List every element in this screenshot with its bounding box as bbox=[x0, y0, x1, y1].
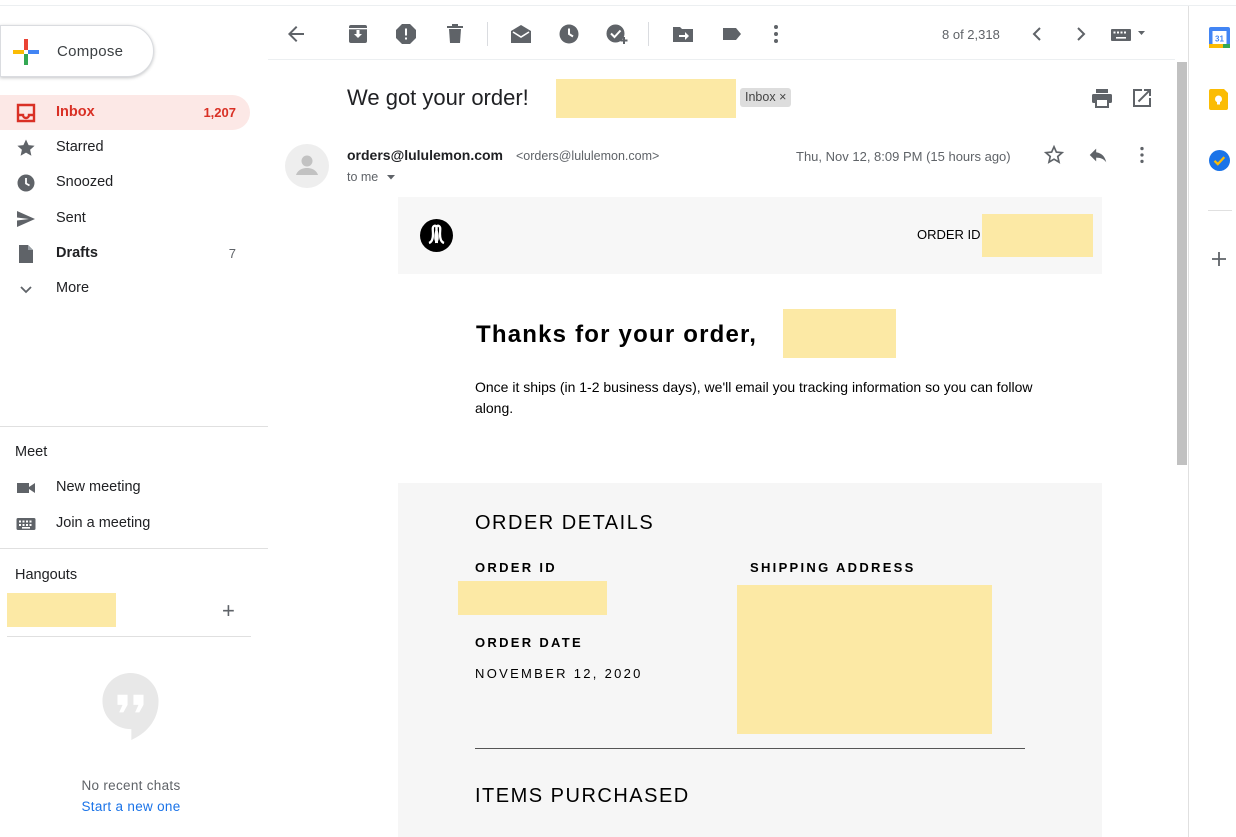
star-outline-icon[interactable] bbox=[1043, 144, 1065, 166]
recipient-label: to me bbox=[347, 170, 379, 184]
keyboard-icon bbox=[16, 518, 36, 530]
order-date-value: NOVEMBER 12, 2020 bbox=[475, 666, 643, 681]
scrollbar-thumb[interactable] bbox=[1177, 62, 1187, 465]
sidebar-item-inbox[interactable]: Inbox 1,207 bbox=[0, 95, 250, 130]
remove-label-icon[interactable]: × bbox=[779, 90, 786, 104]
label-icon[interactable] bbox=[720, 22, 744, 46]
sidebar-item-label: Sent bbox=[56, 210, 86, 226]
google-keep-icon[interactable] bbox=[1209, 89, 1230, 110]
chevron-down-icon bbox=[20, 286, 32, 294]
no-recent-chats: No recent chats bbox=[81, 778, 181, 793]
recipient-details-toggle[interactable]: to me bbox=[347, 170, 396, 184]
sidebar-item-label: Inbox bbox=[56, 104, 95, 120]
hangouts-heading: Hangouts bbox=[15, 567, 78, 583]
redacted-user-name bbox=[7, 593, 116, 627]
sidebar-item-label: Drafts bbox=[56, 245, 98, 261]
sidebar-item-starred[interactable]: Starred bbox=[0, 130, 250, 165]
redacted-order-id bbox=[982, 214, 1093, 257]
sidebar-item-sent[interactable]: Sent bbox=[0, 201, 250, 236]
new-meeting-label: New meeting bbox=[56, 479, 141, 495]
sender-email: <orders@lululemon.com> bbox=[516, 149, 660, 163]
compose-plus-icon bbox=[13, 39, 39, 65]
google-tasks-icon[interactable] bbox=[1209, 150, 1230, 171]
sidebar-item-label: Snoozed bbox=[56, 174, 114, 190]
divider bbox=[0, 426, 268, 427]
sidebar-item-label: More bbox=[56, 280, 90, 296]
email-subject: We got your order! bbox=[347, 85, 529, 110]
chevron-left-icon[interactable] bbox=[1025, 22, 1049, 46]
sender-name[interactable]: orders@lululemon.com bbox=[347, 147, 503, 163]
start-new-chat-link[interactable]: Start a new one bbox=[0, 799, 262, 814]
inbox-icon bbox=[16, 103, 36, 123]
join-meeting-label: Join a meeting bbox=[56, 515, 151, 531]
toolbar-divider bbox=[648, 22, 649, 46]
order-details-title: ORDER DETAILS bbox=[475, 512, 655, 534]
open-in-new-window-icon[interactable] bbox=[1130, 86, 1154, 110]
back-arrow-icon[interactable] bbox=[284, 22, 308, 46]
delete-icon[interactable] bbox=[443, 22, 467, 46]
redacted-shipping-address bbox=[737, 585, 992, 734]
lululemon-logo-icon bbox=[420, 219, 453, 252]
chevron-right-icon[interactable] bbox=[1069, 22, 1093, 46]
svg-text:31: 31 bbox=[1215, 35, 1224, 44]
shipping-message: Once it ships (in 1-2 business days), we… bbox=[475, 379, 1033, 416]
redacted-customer-name bbox=[783, 309, 896, 358]
meet-heading: Meet bbox=[15, 444, 48, 460]
sender-avatar[interactable] bbox=[285, 144, 329, 188]
input-tools-keyboard-icon[interactable] bbox=[1110, 26, 1150, 44]
inbox-label-text: Inbox bbox=[745, 90, 776, 104]
move-to-icon[interactable] bbox=[671, 22, 695, 46]
more-vert-icon[interactable] bbox=[764, 22, 788, 46]
top-border bbox=[0, 0, 1236, 6]
header-order-id-label: ORDER ID bbox=[917, 227, 981, 242]
join-meeting-item[interactable]: Join a meeting bbox=[0, 509, 260, 539]
inbox-label-chip[interactable]: Inbox × bbox=[740, 88, 792, 107]
redacted-subject-part bbox=[556, 79, 736, 118]
get-addons-plus-icon[interactable] bbox=[1210, 250, 1228, 268]
sidebar-item-label: Starred bbox=[56, 139, 104, 155]
video-camera-icon bbox=[17, 483, 35, 493]
add-hangout-icon[interactable]: + bbox=[222, 600, 235, 622]
inbox-count: 1,207 bbox=[203, 105, 236, 120]
items-purchased-title: ITEMS PURCHASED bbox=[475, 785, 690, 807]
order-date-label: ORDER DATE bbox=[475, 635, 583, 650]
drafts-count: 7 bbox=[228, 246, 236, 261]
clock-icon bbox=[17, 174, 35, 192]
shipping-address-label: SHIPPING ADDRESS bbox=[750, 560, 916, 575]
snooze-icon[interactable] bbox=[557, 22, 581, 46]
new-meeting-item[interactable]: New meeting bbox=[0, 473, 260, 503]
divider bbox=[0, 548, 268, 549]
toolbar-divider bbox=[487, 22, 488, 46]
report-spam-icon[interactable] bbox=[394, 22, 418, 46]
star-icon bbox=[17, 139, 35, 156]
reply-icon[interactable] bbox=[1087, 144, 1109, 166]
send-icon bbox=[17, 211, 35, 227]
print-icon[interactable] bbox=[1090, 86, 1114, 110]
mark-unread-icon[interactable] bbox=[509, 22, 533, 46]
sidebar-item-snoozed[interactable]: Snoozed bbox=[0, 165, 250, 200]
side-panel-border bbox=[1188, 6, 1189, 837]
default-avatar-icon bbox=[296, 155, 318, 175]
more-options-icon[interactable] bbox=[1131, 144, 1153, 166]
divider bbox=[7, 636, 251, 637]
add-task-icon[interactable] bbox=[605, 22, 629, 46]
sidebar-item-drafts[interactable]: Drafts 7 bbox=[0, 236, 250, 271]
pagination-text: 8 of 2,318 bbox=[942, 27, 1000, 42]
compose-label: Compose bbox=[57, 43, 124, 60]
redacted-order-id-value bbox=[458, 581, 607, 615]
side-panel-divider bbox=[1208, 210, 1232, 211]
caret-down-icon bbox=[386, 175, 395, 180]
sidebar-item-more[interactable]: More bbox=[0, 271, 250, 306]
thanks-heading: Thanks for your order, bbox=[476, 321, 758, 348]
toolbar-bottom-border bbox=[268, 59, 1175, 60]
compose-button[interactable]: Compose bbox=[0, 25, 154, 77]
order-id-label: ORDER ID bbox=[475, 560, 557, 575]
hangouts-quote-bubble-icon bbox=[102, 673, 159, 740]
google-calendar-icon[interactable]: 31 bbox=[1209, 27, 1230, 48]
message-date: Thu, Nov 12, 8:09 PM (15 hours ago) bbox=[796, 149, 1011, 164]
details-divider bbox=[475, 748, 1025, 749]
draft-icon bbox=[19, 245, 33, 263]
archive-icon[interactable] bbox=[346, 22, 370, 46]
